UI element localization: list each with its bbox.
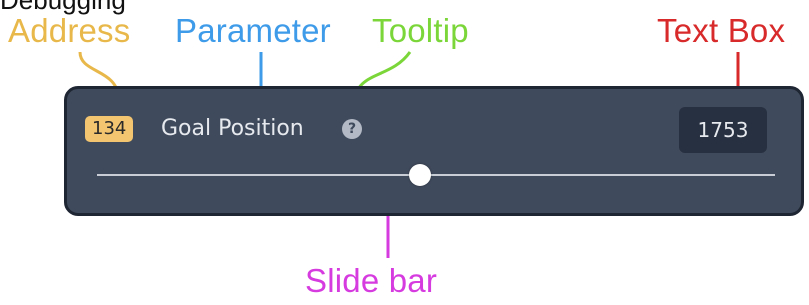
tooltip-label: Tooltip — [372, 12, 469, 49]
slide-bar-label: Slide bar — [305, 262, 438, 299]
address-badge: 134 — [85, 116, 134, 142]
slider-track[interactable] — [97, 174, 775, 176]
slider-thumb[interactable] — [409, 164, 432, 186]
value-text-box[interactable]: 1753 — [679, 107, 767, 153]
address-label: Address — [8, 12, 131, 49]
annotated-widget-diagram: Debugging Address Parameter Tooltip Text… — [0, 0, 809, 305]
question-circle-icon[interactable]: ? — [342, 119, 362, 139]
text-box-label: Text Box — [657, 12, 786, 49]
parameter-widget: 134 Goal Position ? 1753 — [64, 86, 804, 216]
parameter-name: Goal Position — [161, 116, 304, 141]
parameter-label: Parameter — [175, 12, 331, 49]
